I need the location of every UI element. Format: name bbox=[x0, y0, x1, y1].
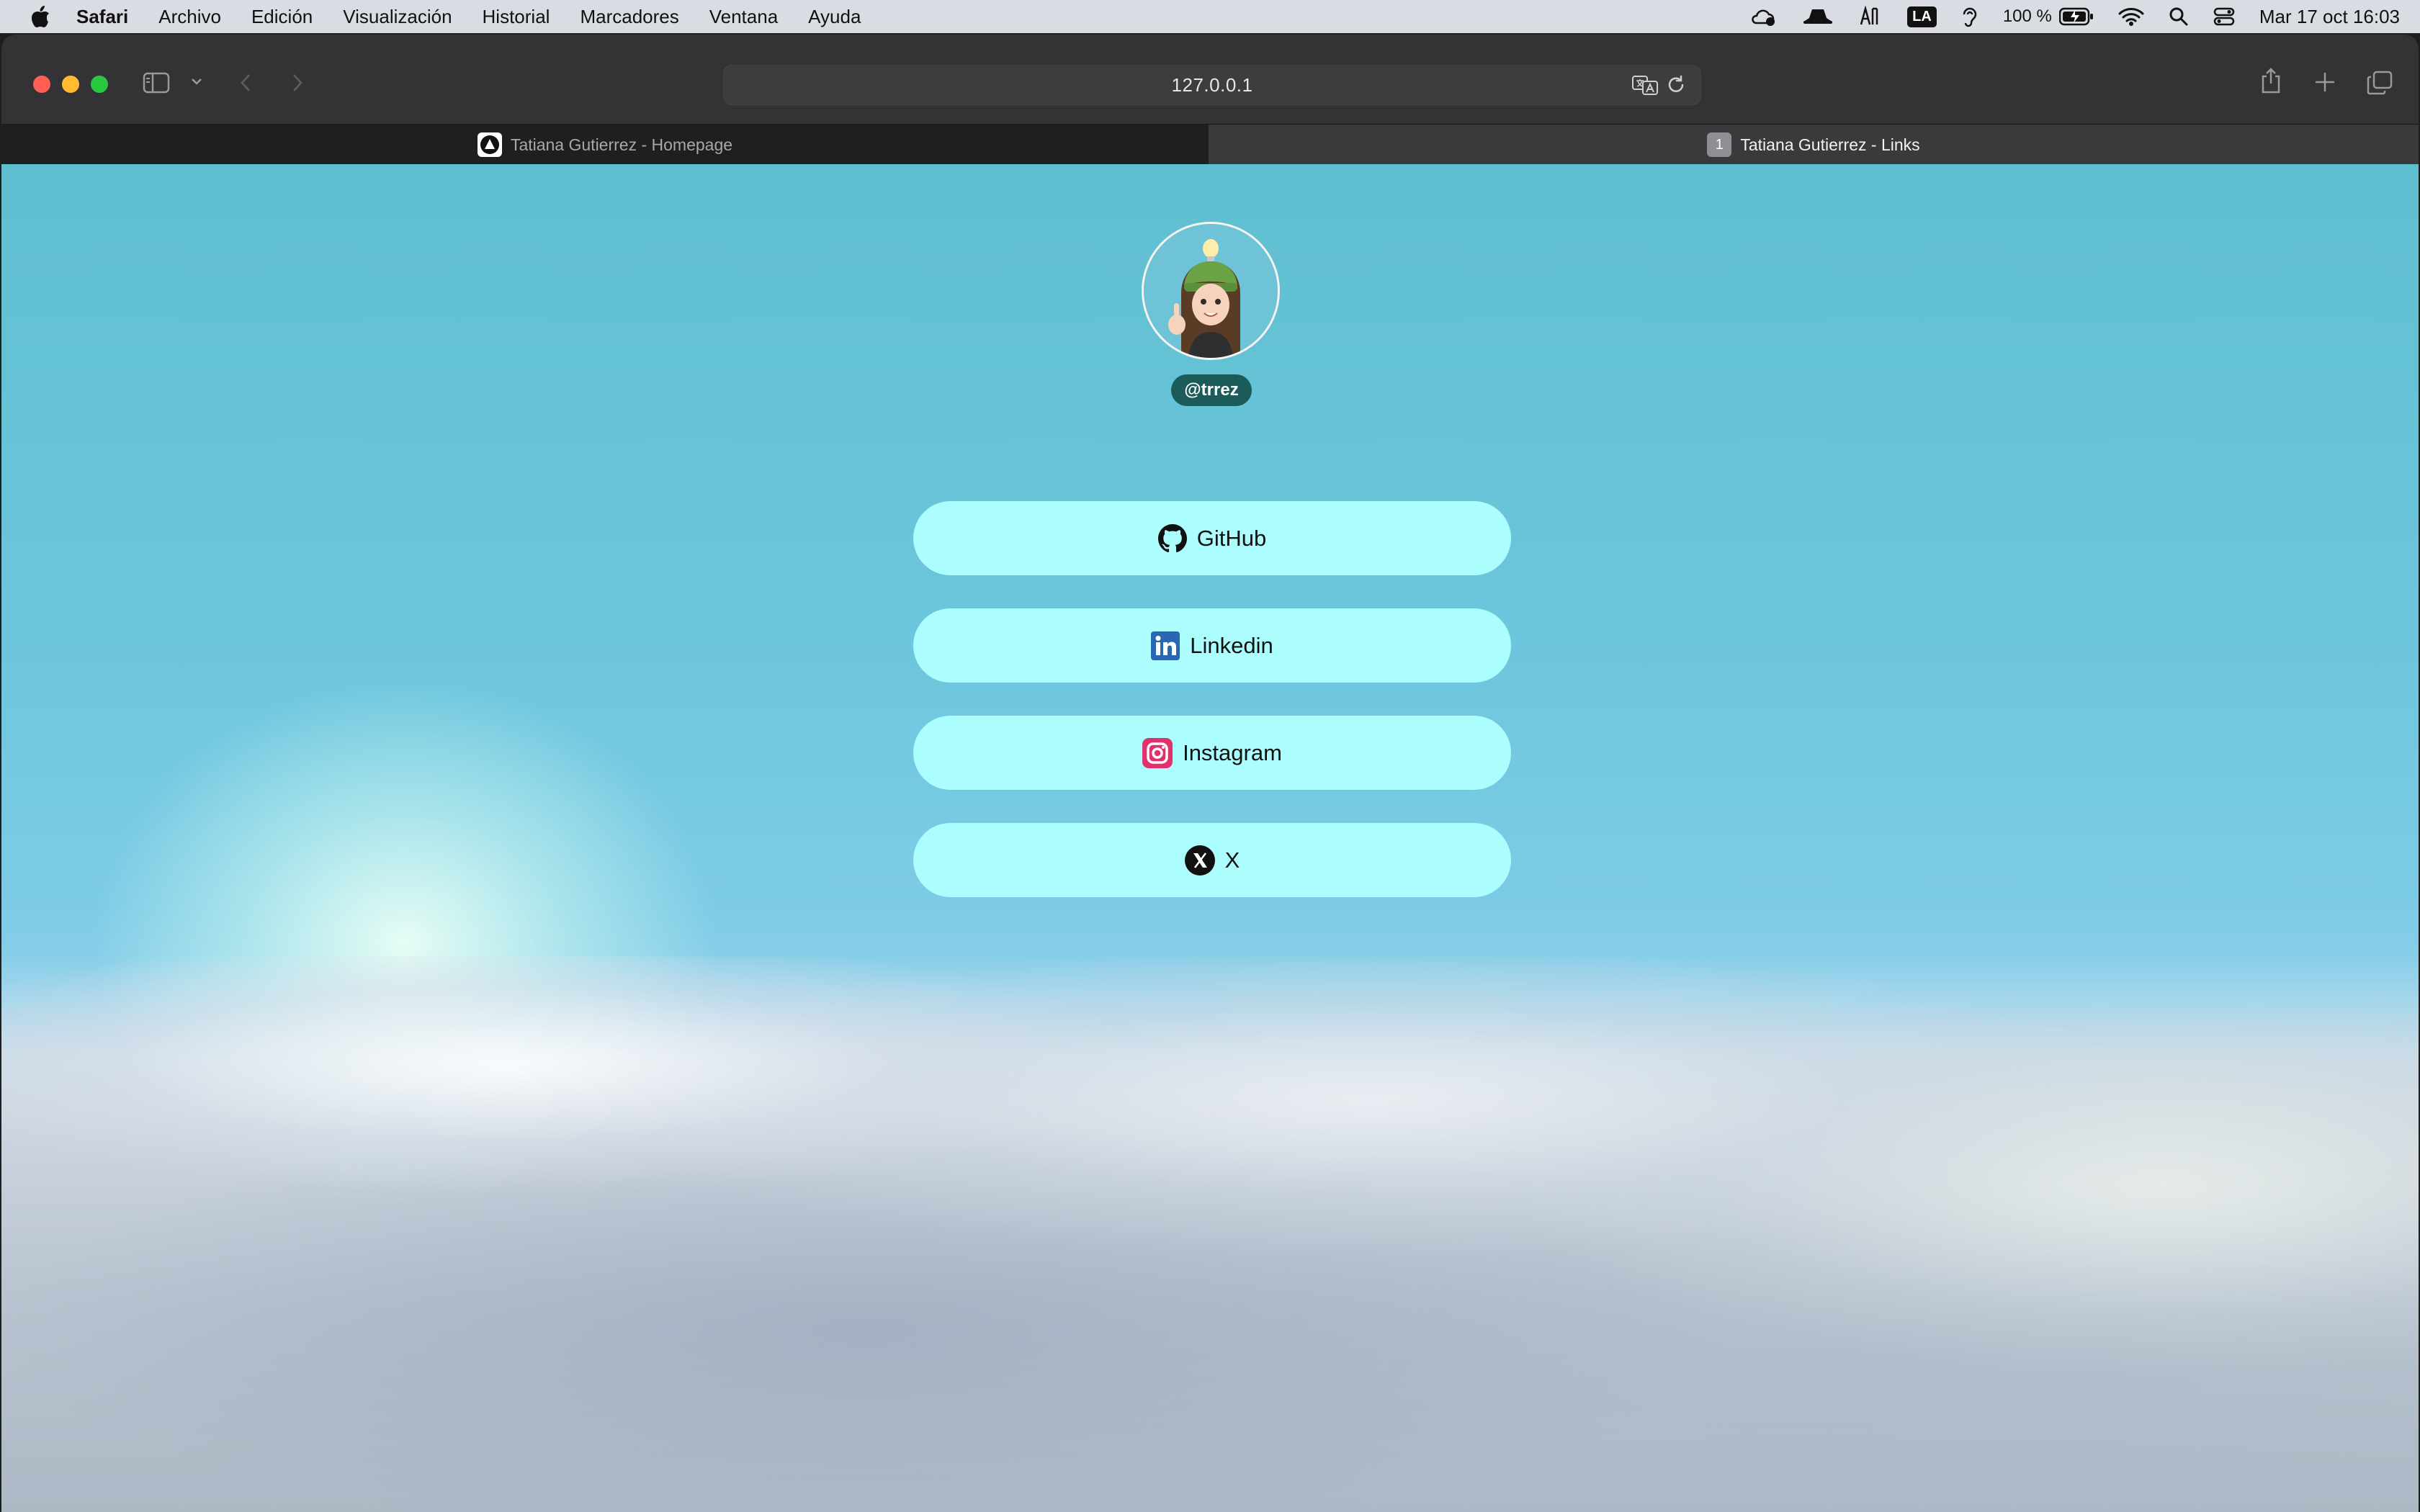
link-label: Instagram bbox=[1183, 739, 1282, 765]
safari-window: 127.0.0.1 Tatiana Gutierrez - Homepage 1 bbox=[1, 35, 2419, 1512]
menu-archivo[interactable]: Archivo bbox=[158, 6, 221, 28]
menu-edicion[interactable]: Edición bbox=[251, 6, 313, 28]
link-label: GitHub bbox=[1196, 525, 1267, 551]
tab-bar: Tatiana Gutierrez - Homepage 1 Tatiana G… bbox=[1, 124, 2419, 165]
link-label: Linkedin bbox=[1190, 632, 1273, 658]
reload-icon[interactable] bbox=[1666, 75, 1686, 100]
spotlight-search-icon[interactable] bbox=[2169, 6, 2189, 27]
x-icon bbox=[1184, 845, 1215, 876]
address-bar[interactable]: 127.0.0.1 bbox=[723, 65, 1701, 105]
links-list: GitHub Linkedin Instagram X bbox=[913, 501, 1511, 930]
battery-percentage: 100 % bbox=[2002, 6, 2052, 26]
close-window-button[interactable] bbox=[33, 76, 50, 93]
menu-marcadores[interactable]: Marcadores bbox=[580, 6, 678, 28]
tab-overview-icon[interactable] bbox=[2367, 71, 2393, 95]
forward-arrow-icon[interactable] bbox=[290, 72, 304, 94]
menu-ayuda[interactable]: Ayuda bbox=[808, 6, 861, 28]
url-text[interactable]: 127.0.0.1 bbox=[1172, 74, 1253, 96]
apple-menu-icon[interactable] bbox=[26, 5, 55, 28]
links-favicon-icon: 1 bbox=[1707, 132, 1732, 157]
github-icon bbox=[1157, 523, 1187, 553]
x-link-button[interactable]: X bbox=[913, 823, 1511, 897]
hearing-icon[interactable] bbox=[1961, 6, 1978, 27]
fullscreen-window-button[interactable] bbox=[91, 76, 108, 93]
tab-homepage[interactable]: Tatiana Gutierrez - Homepage bbox=[1, 125, 1209, 165]
link-label: X bbox=[1224, 847, 1240, 873]
menu-app-name[interactable]: Safari bbox=[76, 6, 128, 28]
homepage-favicon-icon bbox=[477, 132, 502, 157]
tab-title: Tatiana Gutierrez - Links bbox=[1740, 135, 1920, 154]
weather-icon[interactable] bbox=[1749, 6, 1778, 27]
translate-icon[interactable] bbox=[1631, 74, 1660, 101]
menubar-clock[interactable]: Mar 17 oct 16:03 bbox=[2259, 6, 2400, 28]
battery-icon[interactable] bbox=[2058, 7, 2094, 26]
instagram-icon bbox=[1142, 737, 1173, 768]
instagram-link-button[interactable]: Instagram bbox=[913, 716, 1511, 790]
spelling-check-icon[interactable] bbox=[1858, 6, 1883, 27]
keyboard-layout-badge[interactable]: LA bbox=[1907, 6, 1937, 27]
minimize-window-button[interactable] bbox=[62, 76, 79, 93]
avatar bbox=[1142, 222, 1280, 360]
chevron-down-icon[interactable] bbox=[190, 76, 203, 86]
incognito-hat-icon[interactable] bbox=[1802, 6, 1834, 27]
wifi-icon[interactable] bbox=[2118, 6, 2144, 27]
control-center-icon[interactable] bbox=[2213, 6, 2235, 27]
linkedin-link-button[interactable]: Linkedin bbox=[913, 608, 1511, 683]
page-content: @trrez GitHub Linkedin Instagram X bbox=[1, 164, 2419, 1512]
linkedin-icon bbox=[1151, 631, 1180, 660]
menu-historial[interactable]: Historial bbox=[483, 6, 550, 28]
profile-handle: @trrez bbox=[1171, 374, 1252, 406]
menu-ventana[interactable]: Ventana bbox=[709, 6, 778, 28]
browser-toolbar: 127.0.0.1 bbox=[1, 35, 2419, 124]
menu-bar: Safari Archivo Edición Visualización His… bbox=[0, 0, 2420, 33]
cloud-background bbox=[1, 956, 2419, 1512]
share-icon[interactable] bbox=[2260, 68, 2282, 95]
back-arrow-icon[interactable] bbox=[239, 72, 254, 94]
new-tab-icon[interactable] bbox=[2313, 71, 2336, 94]
tab-links[interactable]: 1 Tatiana Gutierrez - Links bbox=[1209, 125, 2419, 165]
menu-visualizacion[interactable]: Visualización bbox=[343, 6, 452, 28]
github-link-button[interactable]: GitHub bbox=[913, 501, 1511, 575]
sidebar-toggle-icon[interactable] bbox=[143, 72, 170, 94]
tab-title: Tatiana Gutierrez - Homepage bbox=[510, 135, 733, 154]
